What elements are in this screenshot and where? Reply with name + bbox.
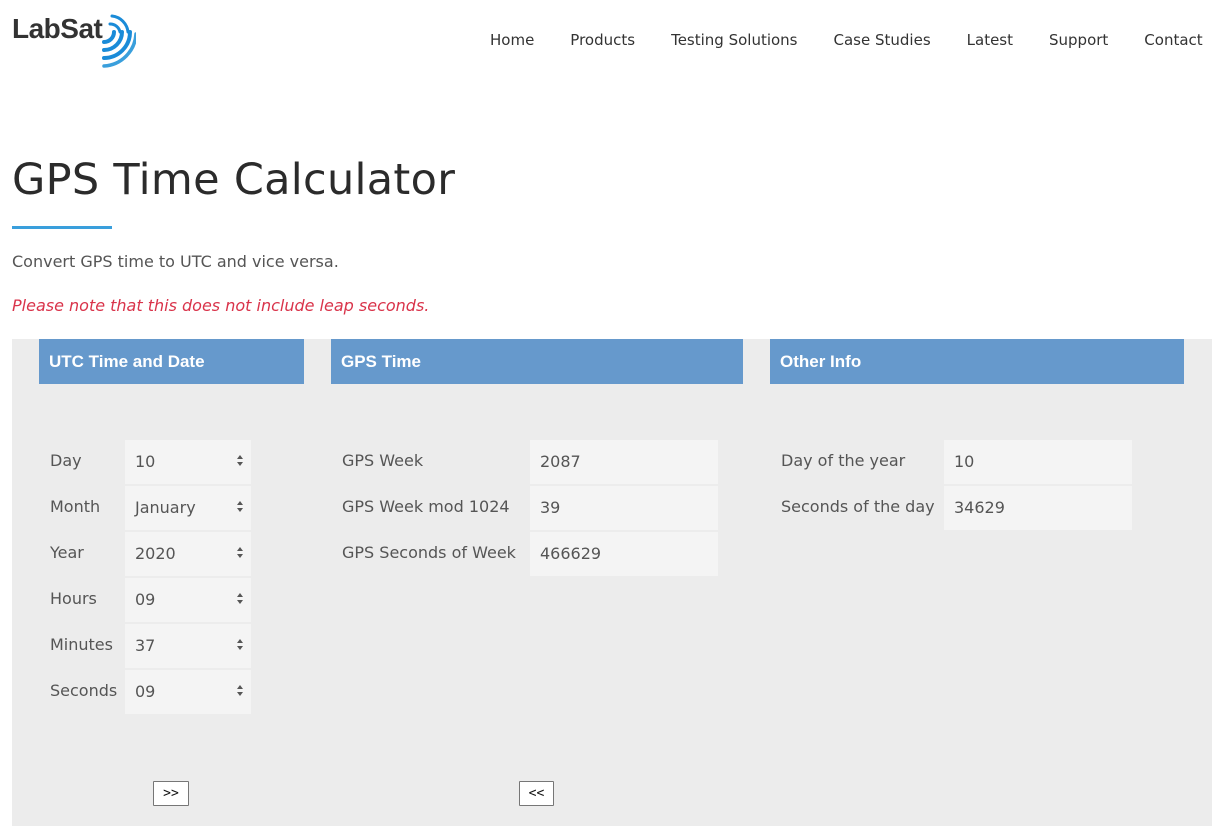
hours-select[interactable]: 09 <box>125 578 251 622</box>
gps-week-mod-label: GPS Week mod 1024 <box>342 497 510 516</box>
nav-case-studies[interactable]: Case Studies <box>834 31 931 49</box>
signal-waves-icon <box>102 14 137 68</box>
select-arrows-icon <box>237 501 243 515</box>
year-label: Year <box>50 543 84 562</box>
gps-week-mod-value: 39 <box>540 498 561 517</box>
page-title: GPS Time Calculator <box>12 155 456 205</box>
hours-label: Hours <box>50 589 97 608</box>
select-arrows-icon <box>237 455 243 469</box>
gps-week-input[interactable]: 2087 <box>530 440 718 484</box>
select-arrows-icon <box>237 547 243 561</box>
leap-seconds-note: Please note that this does not include l… <box>12 296 430 315</box>
seconds-label: Seconds <box>50 681 118 700</box>
select-arrows-icon <box>237 593 243 607</box>
gps-seconds-value: 466629 <box>540 544 602 563</box>
minutes-select[interactable]: 37 <box>125 624 251 668</box>
seconds-of-day-label: Seconds of the day <box>781 497 935 516</box>
select-arrows-icon <box>237 685 243 699</box>
year-select[interactable]: 2020 <box>125 532 251 576</box>
gps-week-mod-input[interactable]: 39 <box>530 486 718 530</box>
utc-header: UTC Time and Date <box>39 339 304 384</box>
seconds-select[interactable]: 09 <box>125 670 251 714</box>
logo-text: LabSat <box>12 13 103 44</box>
main-nav: Home Products Testing Solutions Case Stu… <box>490 31 1203 49</box>
month-select[interactable]: January <box>125 486 251 530</box>
hours-value: 09 <box>135 590 156 609</box>
nav-products[interactable]: Products <box>570 31 635 49</box>
gps-header: GPS Time <box>331 339 743 384</box>
gps-seconds-label: GPS Seconds of Week <box>342 543 516 562</box>
month-label: Month <box>50 497 101 516</box>
seconds-of-day-value: 34629 <box>954 498 1005 517</box>
seconds-value: 09 <box>135 682 156 701</box>
other-info-header: Other Info <box>770 339 1184 384</box>
day-of-year-value: 10 <box>954 452 975 471</box>
convert-to-gps-button[interactable]: >> <box>153 781 189 806</box>
day-label: Day <box>50 451 82 470</box>
seconds-of-day-field: 34629 <box>944 486 1132 530</box>
calculator-panel: UTC Time and Date Day 10 Month January Y… <box>12 339 1212 826</box>
day-of-year-field: 10 <box>944 440 1132 484</box>
nav-testing-solutions[interactable]: Testing Solutions <box>671 31 797 49</box>
convert-to-utc-button[interactable]: << <box>519 781 554 806</box>
day-of-year-label: Day of the year <box>781 451 906 470</box>
minutes-value: 37 <box>135 636 156 655</box>
nav-support[interactable]: Support <box>1049 31 1108 49</box>
labsat-logo[interactable]: LabSat <box>12 12 137 72</box>
select-arrows-icon <box>237 639 243 653</box>
day-select[interactable]: 10 <box>125 440 251 484</box>
gps-seconds-input[interactable]: 466629 <box>530 532 718 576</box>
intro-text: Convert GPS time to UTC and vice versa. <box>12 252 339 271</box>
nav-latest[interactable]: Latest <box>967 31 1013 49</box>
title-underline <box>12 226 112 229</box>
minutes-label: Minutes <box>50 635 113 654</box>
day-value: 10 <box>135 452 156 471</box>
nav-contact[interactable]: Contact <box>1144 31 1202 49</box>
year-value: 2020 <box>135 544 176 563</box>
month-value: January <box>135 498 196 517</box>
gps-week-label: GPS Week <box>342 451 424 470</box>
nav-home[interactable]: Home <box>490 31 534 49</box>
gps-week-value: 2087 <box>540 452 581 471</box>
